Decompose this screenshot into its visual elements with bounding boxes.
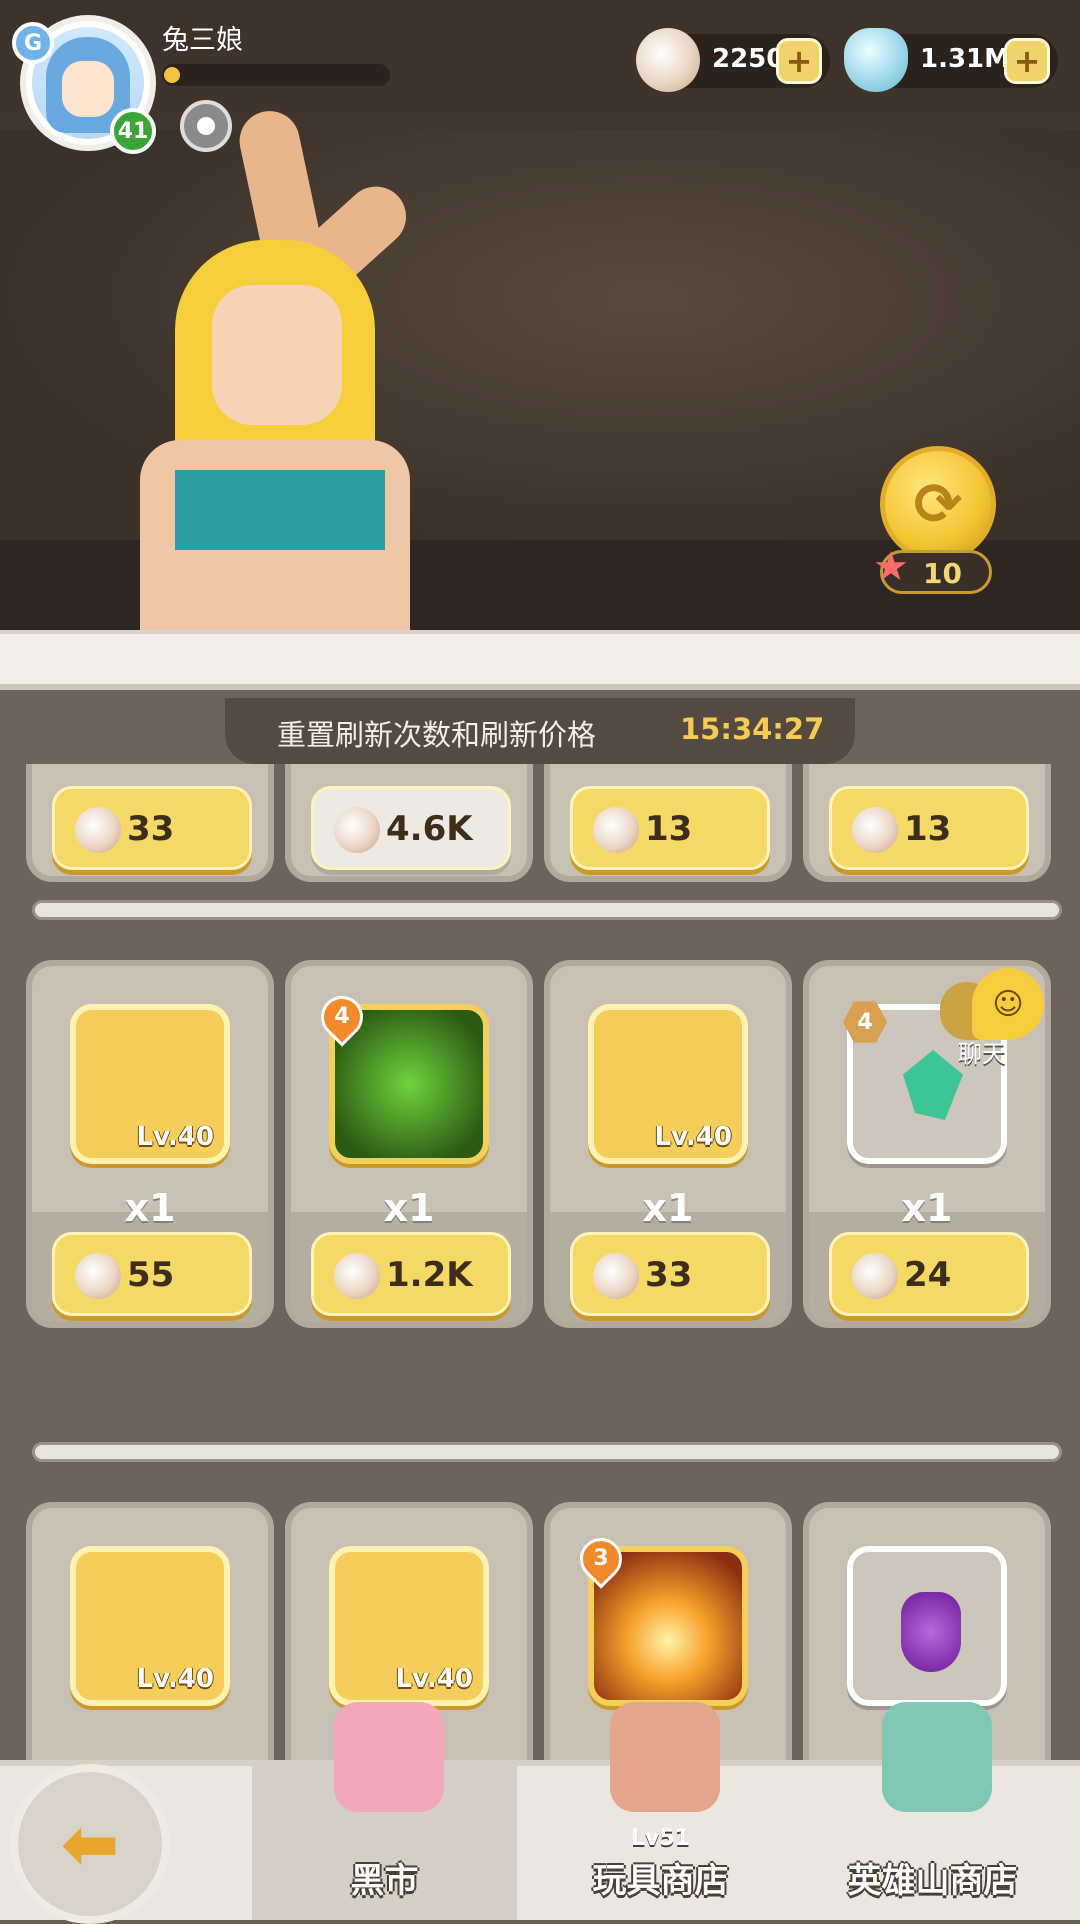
pearl-currency: 1.31M + [844, 28, 1058, 92]
shell-icon [636, 28, 700, 92]
tab-label: 玩具商店 [592, 1861, 729, 1901]
add-pearls-button[interactable]: + [1004, 38, 1050, 84]
shell-icon [334, 1253, 380, 1299]
refresh-cost[interactable]: ★ 10 [873, 547, 992, 594]
partial-row: 33 4.6K 13 13 [0, 764, 1080, 894]
toy-shop-icon [610, 1702, 720, 1812]
shell-amount: 2250 [712, 44, 785, 74]
shelf-divider [32, 900, 1062, 920]
tab-label: 黑市 [350, 1861, 419, 1901]
bandage-feather-icon: Lv.40 [70, 1546, 230, 1706]
price-button[interactable]: 13 [829, 786, 1029, 870]
pearl-amount: 1.31M [920, 44, 1011, 74]
shell-icon [75, 807, 121, 853]
price-button[interactable]: 24 [829, 1232, 1029, 1316]
price-button[interactable]: 4.6K [311, 786, 511, 870]
item-quantity: x1 [642, 1186, 694, 1230]
shop-card[interactable]: 13 [803, 764, 1051, 882]
chat-button[interactable]: ☺ 聊天 [940, 968, 1050, 1078]
shell-icon [75, 1253, 121, 1299]
price-button[interactable]: 13 [570, 786, 770, 870]
xp-bar-fill [164, 67, 180, 83]
tab-black-market[interactable]: 黑市 [252, 1702, 517, 1920]
player-level-badge: 41 [110, 108, 156, 154]
crystal-shards-icon: Lv.40 [588, 1004, 748, 1164]
tab-hero-mountain-shop[interactable]: 英雄山商店 [800, 1702, 1065, 1920]
leaf-blade-icon: Lv.40 [329, 1546, 489, 1706]
horn-icon: Lv.40 [70, 1004, 230, 1164]
pearl-icon [334, 807, 380, 853]
shop-counter [0, 630, 1080, 690]
starfish-icon: ★ [873, 544, 909, 590]
reset-timer-label: 重置刷新次数和刷新价格 [277, 718, 597, 752]
shell-currency: 2250 + [636, 28, 830, 92]
price-button[interactable]: 33 [52, 786, 252, 870]
price-button[interactable]: 33 [570, 1232, 770, 1316]
shopkeeper-face [212, 285, 342, 425]
shopkeeper-outfit [175, 470, 385, 550]
shell-icon [852, 807, 898, 853]
shell-icon [852, 1253, 898, 1299]
shell-icon [593, 1253, 639, 1299]
settings-icon[interactable] [180, 100, 232, 152]
price-button[interactable]: 1.2K [311, 1232, 511, 1316]
item-quantity: x1 [901, 1186, 953, 1230]
back-arrow-icon[interactable]: ⬅ [10, 1764, 170, 1924]
black-market-icon [334, 1702, 444, 1812]
refresh-cost-value: 10 [923, 557, 962, 590]
shelf-divider [32, 1442, 1062, 1462]
chat-label: 聊天 [958, 1040, 1006, 1068]
pearl-icon [844, 28, 908, 92]
price-button[interactable]: 55 [52, 1232, 252, 1316]
tab-toy-shop[interactable]: Lv51 玩具商店 [528, 1702, 793, 1920]
grapes-icon [847, 1546, 1007, 1706]
shop-card[interactable]: Lv.40 x1 55 [26, 960, 274, 1328]
shop-card[interactable]: 13 [544, 764, 792, 882]
lock-requirement: Lv51 [631, 1826, 690, 1851]
shop-card[interactable]: Lv.40 x1 33 [544, 960, 792, 1328]
shop-card[interactable]: 4.6K [285, 764, 533, 882]
player-name: 兔三娘 [162, 25, 243, 56]
hero-mountain-shop-icon [882, 1702, 992, 1812]
avatar-frame-badge: G [12, 22, 54, 64]
shell-icon [593, 807, 639, 853]
shop-card[interactable]: 33 [26, 764, 274, 882]
add-shells-button[interactable]: + [776, 38, 822, 84]
xp-bar [162, 64, 390, 86]
chat-icon: ☺ [972, 968, 1044, 1040]
item-quantity: x1 [124, 1186, 176, 1230]
reset-timer-bar: 重置刷新次数和刷新价格 15:34:27 [225, 698, 855, 764]
shop-card[interactable]: 4 x1 1.2K [285, 960, 533, 1328]
reset-timer-value: 15:34:27 [680, 712, 825, 746]
item-quantity: x1 [383, 1186, 435, 1230]
tab-label: 英雄山商店 [847, 1861, 1018, 1901]
